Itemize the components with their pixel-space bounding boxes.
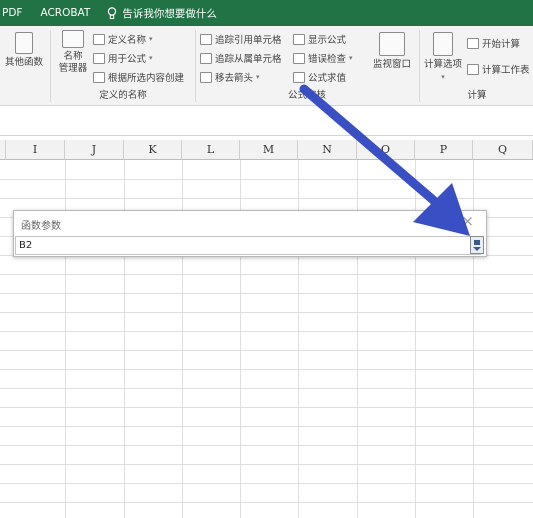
reference-input[interactable] [15,236,481,255]
close-icon[interactable]: × [461,212,474,230]
tell-me-text: 告诉我你想要做什么 [122,7,217,20]
formula-bar-area[interactable] [0,106,533,136]
expand-dialog-button[interactable] [470,236,484,254]
column-header-i[interactable]: I [6,140,65,160]
calculation-group: 计算 [421,26,533,106]
defined-names-group-label: 定义的名称 [99,90,147,101]
tab-acrobat[interactable]: ACROBAT [31,0,99,26]
column-header-q[interactable]: Q [473,140,533,160]
lightbulb-icon [107,6,117,20]
ribbon-tab-bar: PDF ACROBAT 告诉我你想要做什么 [0,0,533,26]
column-header-o[interactable]: O [357,140,415,160]
formula-auditing-group: 公式审核 [196,26,418,106]
worksheet-grid[interactable]: I J K L M N O P Q [0,140,533,518]
column-header-n[interactable]: N [298,140,357,160]
more-functions-label: 其他函数 [4,57,43,68]
formula-auditing-group-label: 公式审核 [287,90,326,101]
column-header-l[interactable]: L [182,140,240,160]
tab-pdf[interactable]: PDF [0,0,31,26]
column-header-m[interactable]: M [240,140,298,160]
dialog-title: 函数参数 [21,221,61,232]
function-arguments-dialog: 函数参数 × [13,210,487,257]
function-library-icon [15,32,33,54]
column-header-j[interactable]: J [65,140,124,160]
column-header-k[interactable]: K [124,140,182,160]
column-header-p[interactable]: P [415,140,473,160]
more-functions-button[interactable]: 其他函数 [2,32,46,69]
defined-names-group: 定义的名称 [52,26,194,106]
tell-me-box[interactable]: 告诉我你想要做什么 [99,6,217,21]
ribbon: 其他函数 名称 管理器 定义名称 ▾ 用于公式 ▾ 根据所选内容创建 定义的名称… [0,26,533,106]
calculation-group-label: 计算 [467,90,487,101]
